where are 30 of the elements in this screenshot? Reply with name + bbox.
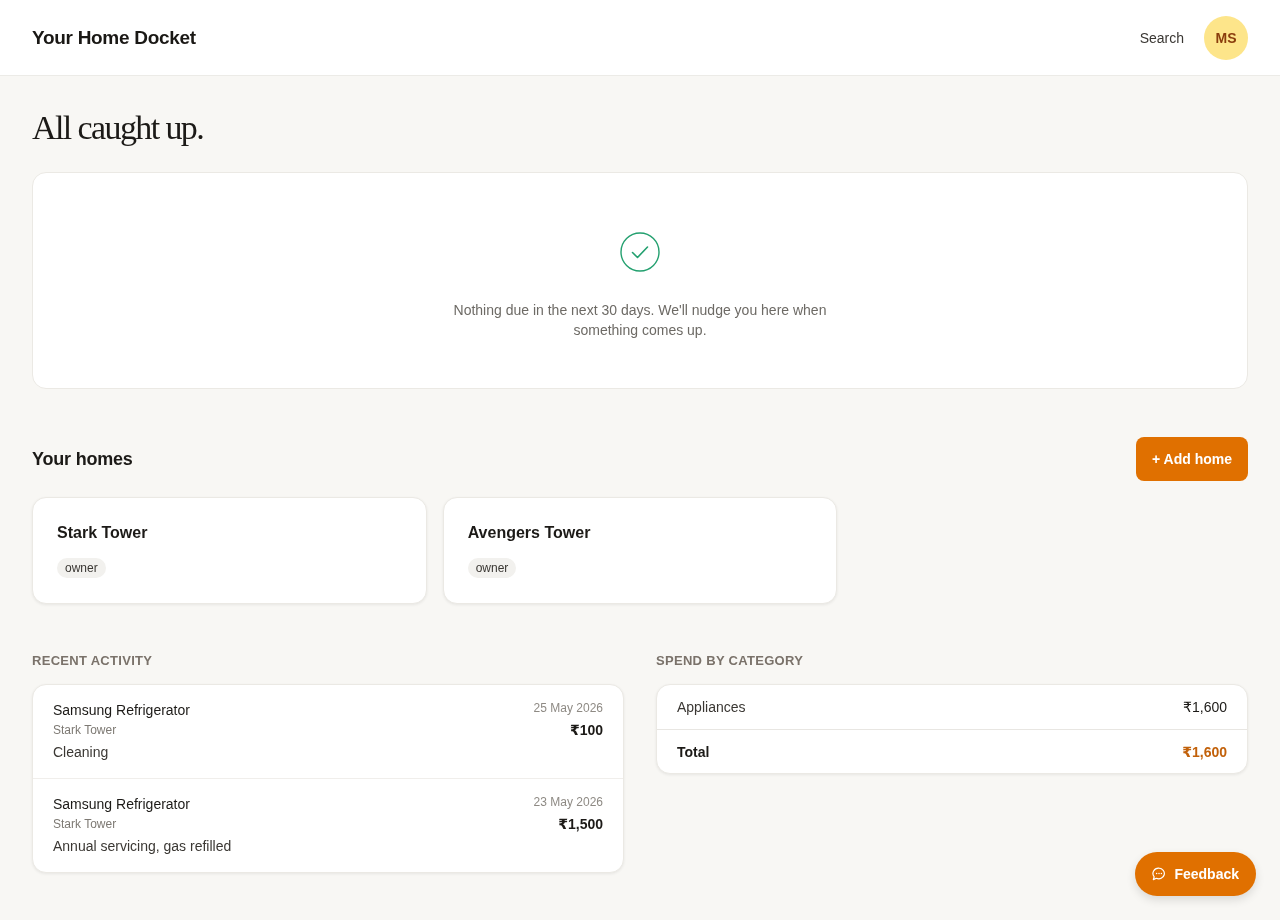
- home-name: Avengers Tower: [467, 523, 591, 543]
- section-title: Your homes: [32, 448, 133, 470]
- user-avatar[interactable]: MS: [1204, 15, 1248, 60]
- total-label: Total: [677, 743, 710, 760]
- chat-bubble-icon: [1152, 867, 1167, 881]
- status-message: Nothing due in the next 30 days. We'll nudge you here when something comes up.: [452, 301, 828, 340]
- role-tag: owner: [467, 558, 517, 578]
- activity-date: 23 May 2026: [533, 794, 603, 810]
- search-link[interactable]: Search: [1139, 29, 1184, 46]
- category-amount: ₹1,600: [1183, 699, 1227, 715]
- home-name: Stark Tower: [57, 523, 148, 543]
- role-tag: owner: [57, 558, 106, 578]
- activity-note: Cleaning: [53, 743, 109, 762]
- page-heading: All caught up.: [32, 108, 204, 148]
- home-name: Stark Tower: [53, 816, 117, 833]
- home-card[interactable]: Avengers Tower owner: [442, 497, 838, 604]
- check-circle-icon: [620, 232, 660, 272]
- item-name: Samsung Refrigerator: [53, 701, 190, 720]
- category-label: Appliances: [677, 699, 746, 715]
- activity-amount: ₹100: [569, 721, 603, 740]
- activity-date: 25 May 2026: [533, 700, 603, 716]
- home-card[interactable]: Stark Tower owner: [32, 497, 427, 604]
- section-label: SPEND BY CATEGORY: [656, 652, 805, 670]
- total-amount: ₹1,600: [1182, 743, 1227, 760]
- activity-amount: ₹1,500: [558, 815, 603, 834]
- activity-note: Annual servicing, gas refilled: [53, 837, 232, 856]
- section-label: RECENT ACTIVITY: [32, 652, 154, 670]
- app-title: Your Home Docket: [32, 26, 196, 49]
- home-name: Stark Tower: [53, 722, 117, 739]
- item-name: Samsung Refrigerator: [53, 795, 190, 814]
